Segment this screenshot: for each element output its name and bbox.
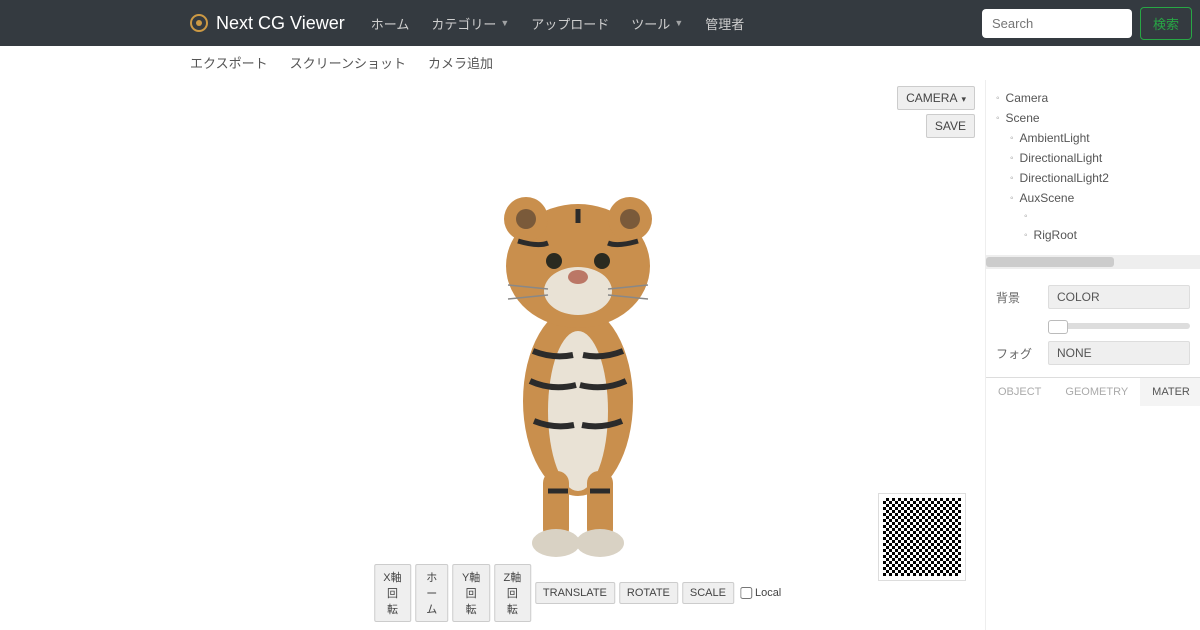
background-row: 背景 COLOR xyxy=(986,279,1200,315)
tree-item-rigroot[interactable]: ◦RigRoot xyxy=(996,225,1194,245)
rotate-button[interactable]: ROTATE xyxy=(619,582,678,604)
nav-category[interactable]: カテゴリー▼ xyxy=(423,8,517,39)
brand[interactable]: Next CG Viewer xyxy=(190,13,345,34)
tree-item-auxscene[interactable]: ◦AuxScene xyxy=(996,188,1194,208)
nav-home[interactable]: ホーム xyxy=(363,8,418,39)
camera-dropdown-button[interactable]: CAMERA▾ xyxy=(897,86,975,110)
tree-item-directionallight[interactable]: ◦DirectionalLight xyxy=(996,148,1194,168)
nav-admin[interactable]: 管理者 xyxy=(697,8,752,39)
tree-item-camera[interactable]: ◦Camera xyxy=(996,88,1194,108)
brand-icon xyxy=(190,14,208,32)
save-button[interactable]: SAVE xyxy=(926,114,975,138)
x-rotate-button[interactable]: X軸回転 xyxy=(374,564,411,622)
local-checkbox[interactable] xyxy=(740,587,752,599)
tree-item-directionallight2[interactable]: ◦DirectionalLight2 xyxy=(996,168,1194,188)
fog-label: フォグ xyxy=(996,345,1036,362)
tab-object[interactable]: OBJECT xyxy=(986,378,1053,406)
side-panel: ◦Camera ◦Scene ◦AmbientLight ◦Directiona… xyxy=(985,80,1200,630)
background-slider[interactable] xyxy=(1048,323,1190,329)
home-button[interactable]: ホーム xyxy=(415,564,448,622)
subbar-screenshot[interactable]: スクリーンショット xyxy=(290,53,406,72)
fog-value[interactable]: NONE xyxy=(1048,341,1190,365)
background-value[interactable]: COLOR xyxy=(1048,285,1190,309)
chevron-down-icon: ▾ xyxy=(961,94,966,104)
sub-toolbar: エクスポート スクリーンショット カメラ追加 xyxy=(0,46,1200,80)
tree-item-ambientlight[interactable]: ◦AmbientLight xyxy=(996,128,1194,148)
z-rotate-button[interactable]: Z軸回転 xyxy=(494,564,531,622)
search-input[interactable] xyxy=(982,9,1132,38)
top-navbar: Next CG Viewer ホーム カテゴリー▼ アップロード ツール▼ 管理… xyxy=(0,0,1200,46)
subbar-export[interactable]: エクスポート xyxy=(190,53,268,72)
brand-label: Next CG Viewer xyxy=(216,13,345,34)
subbar-addcamera[interactable]: カメラ追加 xyxy=(428,53,493,72)
nav-tools[interactable]: ツール▼ xyxy=(623,8,691,39)
tree-item-scene[interactable]: ◦Scene xyxy=(996,108,1194,128)
viewport-bottom-toolbar: X軸回転 ホーム Y軸回転 Z軸回転 TRANSLATE ROTATE SCAL… xyxy=(374,564,782,622)
property-tabs: OBJECT GEOMETRY MATER xyxy=(986,377,1200,406)
main-layout: CAMERA▾ SAVE xyxy=(0,80,1200,630)
local-toggle[interactable]: Local xyxy=(740,587,781,599)
background-slider-row xyxy=(986,315,1200,335)
model-preview xyxy=(448,171,708,561)
fog-row: フォグ NONE xyxy=(986,335,1200,371)
chevron-down-icon: ▼ xyxy=(500,18,509,28)
chevron-down-icon: ▼ xyxy=(674,18,683,28)
nav-links: ホーム カテゴリー▼ アップロード ツール▼ 管理者 xyxy=(363,8,753,39)
y-rotate-button[interactable]: Y軸回転 xyxy=(452,564,489,622)
qr-code xyxy=(879,494,965,580)
tab-geometry[interactable]: GEOMETRY xyxy=(1053,378,1140,406)
scene-tree: ◦Camera ◦Scene ◦AmbientLight ◦Directiona… xyxy=(986,80,1200,251)
background-label: 背景 xyxy=(996,289,1036,306)
scale-button[interactable]: SCALE xyxy=(682,582,734,604)
search-button[interactable]: 検索 xyxy=(1140,7,1192,40)
tree-item-empty[interactable]: ◦ xyxy=(996,208,1194,225)
tree-scrollbar[interactable] xyxy=(986,255,1200,269)
viewport-3d[interactable]: CAMERA▾ SAVE xyxy=(170,80,985,630)
tab-material[interactable]: MATER xyxy=(1140,378,1200,406)
nav-upload[interactable]: アップロード xyxy=(523,8,617,39)
translate-button[interactable]: TRANSLATE xyxy=(535,582,615,604)
